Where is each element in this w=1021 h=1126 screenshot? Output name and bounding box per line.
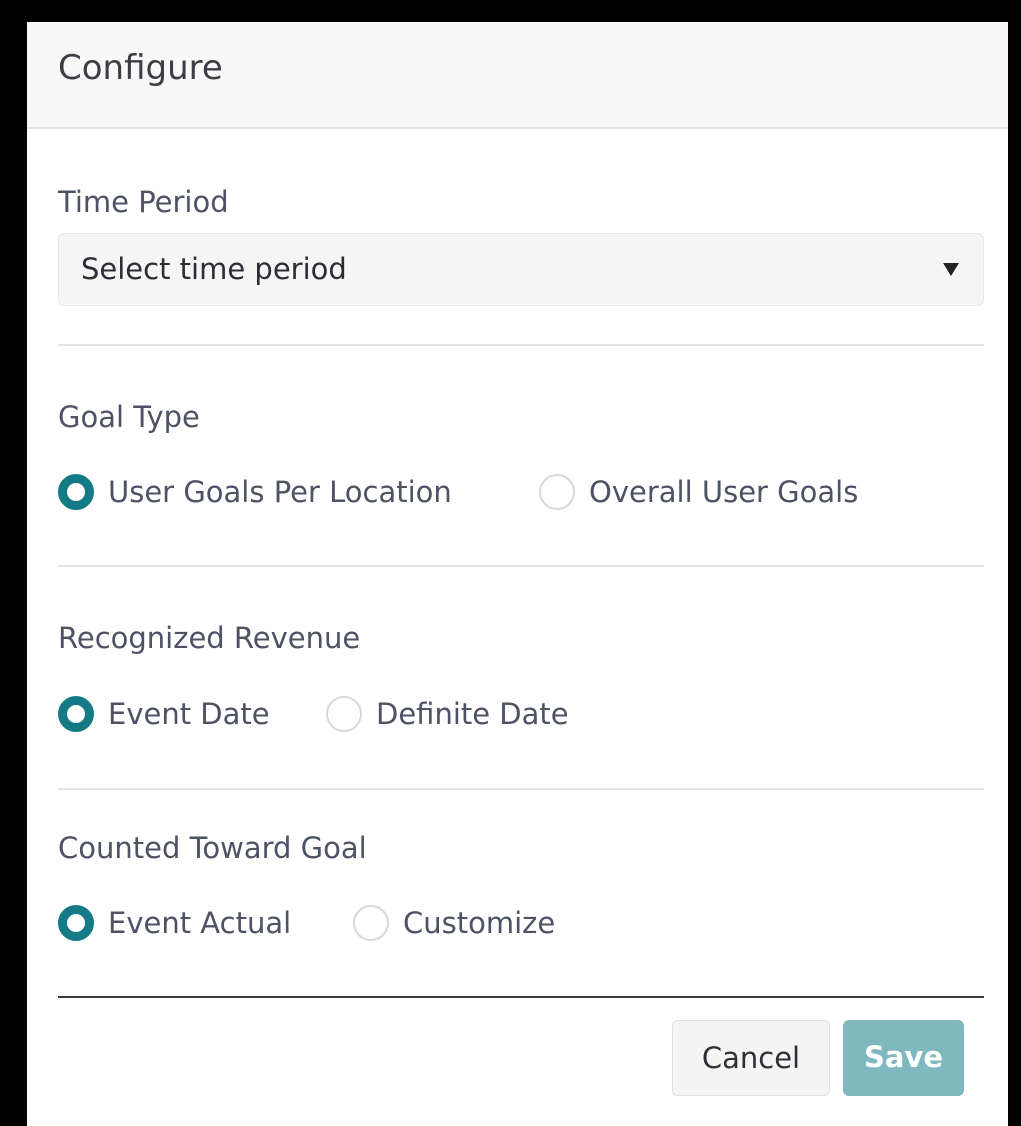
radio-label: Event Actual — [108, 906, 292, 940]
dialog-title: Configure — [58, 48, 223, 88]
radio-label: Event Date — [108, 697, 270, 731]
dialog-header: Configure — [27, 22, 1008, 129]
save-button[interactable]: Save — [843, 1020, 964, 1096]
counted-toward-goal-label: Counted Toward Goal — [58, 831, 367, 865]
radio-selected-icon — [58, 696, 94, 732]
radio-unselected-icon — [539, 474, 575, 510]
goal-type-label: Goal Type — [58, 400, 200, 434]
configure-dialog: Configure Time Period Select time period… — [0, 0, 1021, 1126]
cancel-button[interactable]: Cancel — [672, 1020, 830, 1096]
radio-selected-icon — [58, 905, 94, 941]
section-divider — [58, 565, 984, 567]
radio-unselected-icon — [353, 905, 389, 941]
radio-selected-icon — [58, 474, 94, 510]
section-divider — [58, 788, 984, 790]
section-divider — [58, 344, 984, 346]
time-period-label: Time Period — [58, 185, 229, 219]
time-period-select[interactable]: Select time period — [58, 233, 984, 306]
time-period-select-value: Select time period — [81, 252, 347, 286]
radio-label: Overall User Goals — [589, 475, 859, 509]
recognized-revenue-label: Recognized Revenue — [58, 621, 361, 655]
radio-label: Definite Date — [376, 697, 569, 731]
radio-label: User Goals Per Location — [108, 475, 452, 509]
footer-divider — [58, 996, 984, 998]
caret-down-icon — [943, 263, 959, 276]
radio-unselected-icon — [326, 696, 362, 732]
radio-label: Customize — [403, 906, 556, 940]
